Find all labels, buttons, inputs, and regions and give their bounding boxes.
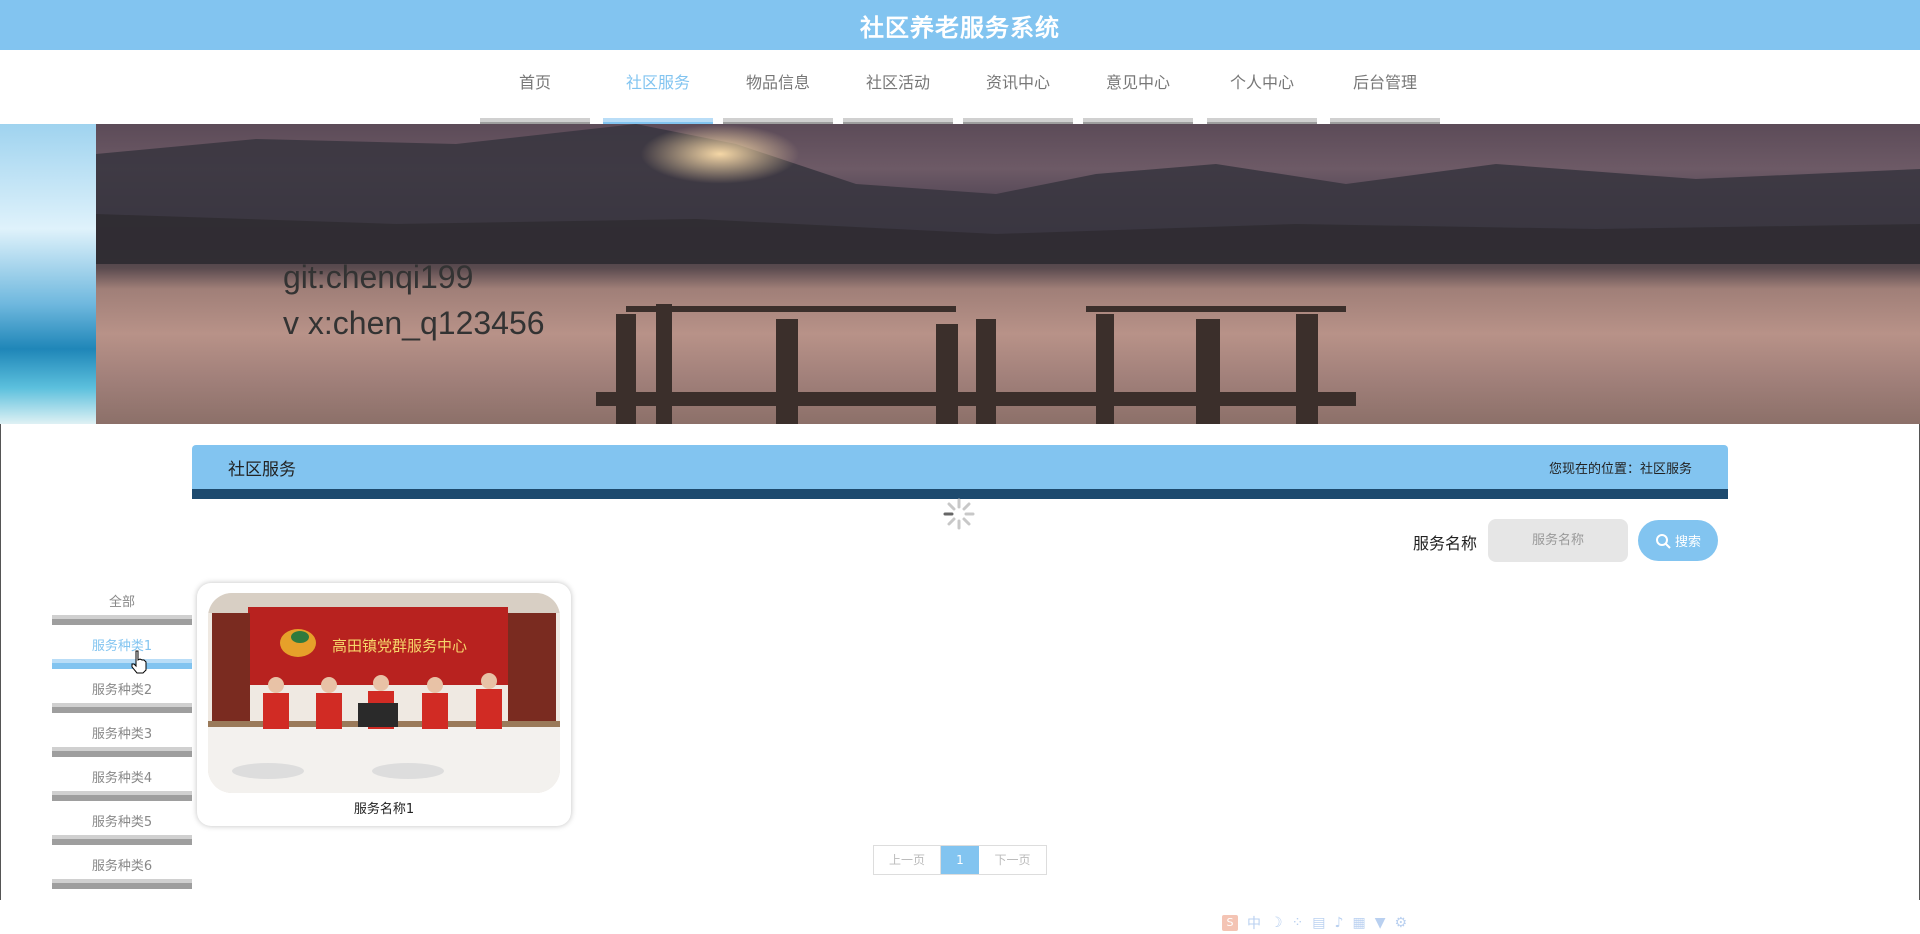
hand-cursor-icon bbox=[131, 650, 147, 674]
ime-logo-icon: S bbox=[1222, 915, 1238, 931]
category-label: 服务种类5 bbox=[91, 815, 153, 830]
banner-overlay-text: git:chenqi199 v x:chen_q123456 bbox=[283, 254, 545, 346]
service-card-image: 高田镇党群服务中心 bbox=[208, 593, 560, 793]
category-underline bbox=[52, 835, 192, 845]
category-label: 全部 bbox=[108, 595, 135, 610]
nav-item-label: 社区活动 bbox=[865, 73, 930, 92]
breadcrumb: 您现在的位置：社区服务 bbox=[1548, 462, 1692, 477]
banner-sky-strip bbox=[0, 124, 96, 424]
mic-icon: ♪ bbox=[1334, 915, 1344, 931]
category-item-all[interactable]: 全部 bbox=[52, 588, 192, 632]
banner-line-2: v x:chen_q123456 bbox=[283, 305, 545, 341]
category-underline bbox=[52, 879, 192, 889]
search-button-label: 搜索 bbox=[1674, 535, 1701, 550]
gear-icon: ⚙ bbox=[1394, 915, 1408, 931]
section-header: 社区服务 您现在的位置：社区服务 bbox=[192, 445, 1728, 499]
service-photo: 高田镇党群服务中心 bbox=[208, 593, 560, 793]
nav-item-label: 社区服务 bbox=[625, 73, 690, 92]
ime-mode-label: 中 bbox=[1247, 916, 1261, 932]
keyboard-icon: ▤ bbox=[1312, 915, 1326, 931]
category-underline bbox=[52, 615, 192, 625]
category-item-5[interactable]: 服务种类5 bbox=[52, 808, 192, 852]
search-button[interactable]: 搜索 bbox=[1638, 520, 1718, 561]
search-label: 服务名称 bbox=[1413, 534, 1478, 553]
nav-item-label: 资讯中心 bbox=[985, 73, 1050, 92]
moon-icon: ☽ bbox=[1270, 915, 1283, 931]
banner-sun-glow bbox=[640, 124, 800, 184]
nav-item-label: 首页 bbox=[518, 73, 551, 92]
page-number-button[interactable]: 1 bbox=[941, 846, 979, 874]
category-item-1[interactable]: 服务种类1 bbox=[52, 632, 192, 676]
category-label: 服务种类1 bbox=[91, 639, 153, 654]
pagination: 上一页 1 下一页 bbox=[873, 845, 1047, 875]
category-label: 服务种类4 bbox=[91, 771, 153, 786]
nav-item-label: 后台管理 bbox=[1352, 73, 1417, 92]
category-underline bbox=[52, 659, 192, 669]
section-title: 社区服务 bbox=[228, 460, 296, 480]
loading-spinner-icon bbox=[943, 498, 975, 530]
category-item-2[interactable]: 服务种类2 bbox=[52, 676, 192, 720]
category-underline bbox=[52, 747, 192, 757]
dots-icon: ⁘ bbox=[1291, 915, 1304, 931]
category-label: 服务种类6 bbox=[91, 859, 153, 874]
category-label: 服务种类2 bbox=[91, 683, 153, 698]
category-label: 服务种类3 bbox=[91, 727, 153, 742]
ime-toolbar: S 中 ☽ ⁘ ▤ ♪ ▦ ▼ ⚙ bbox=[1222, 912, 1407, 934]
site-title: 社区养老服务系统 bbox=[860, 13, 1060, 42]
nav-item-label: 物品信息 bbox=[745, 73, 810, 92]
service-name-search-input[interactable] bbox=[1488, 519, 1628, 562]
service-card-name: 服务名称1 bbox=[353, 802, 415, 817]
nav-item-label: 意见中心 bbox=[1105, 73, 1170, 92]
grid-icon: ▦ bbox=[1352, 915, 1366, 931]
category-underline bbox=[52, 703, 192, 713]
category-item-6[interactable]: 服务种类6 bbox=[52, 852, 192, 896]
category-item-3[interactable]: 服务种类3 bbox=[52, 720, 192, 764]
site-header: 社区养老服务系统 bbox=[0, 0, 1920, 50]
main-nav: 首页 社区服务 物品信息 社区活动 资讯中心 意见中心 个人中心 后台管理 bbox=[0, 50, 1920, 129]
banner-line-1: git:chenqi199 bbox=[283, 259, 474, 295]
search-icon bbox=[1655, 533, 1671, 549]
skin-icon: ▼ bbox=[1374, 915, 1386, 931]
prev-page-button[interactable]: 上一页 bbox=[874, 846, 941, 874]
category-item-4[interactable]: 服务种类4 bbox=[52, 764, 192, 808]
next-page-button[interactable]: 下一页 bbox=[979, 846, 1046, 874]
hero-banner: git:chenqi199 v x:chen_q123456 bbox=[0, 124, 1920, 424]
service-card[interactable]: 高田镇党群服务中心 服务名称1 bbox=[197, 583, 571, 826]
nav-item-label: 个人中心 bbox=[1229, 73, 1294, 92]
photo-sign-text: 高田镇党群服务中心 bbox=[332, 637, 467, 655]
category-underline bbox=[52, 791, 192, 801]
